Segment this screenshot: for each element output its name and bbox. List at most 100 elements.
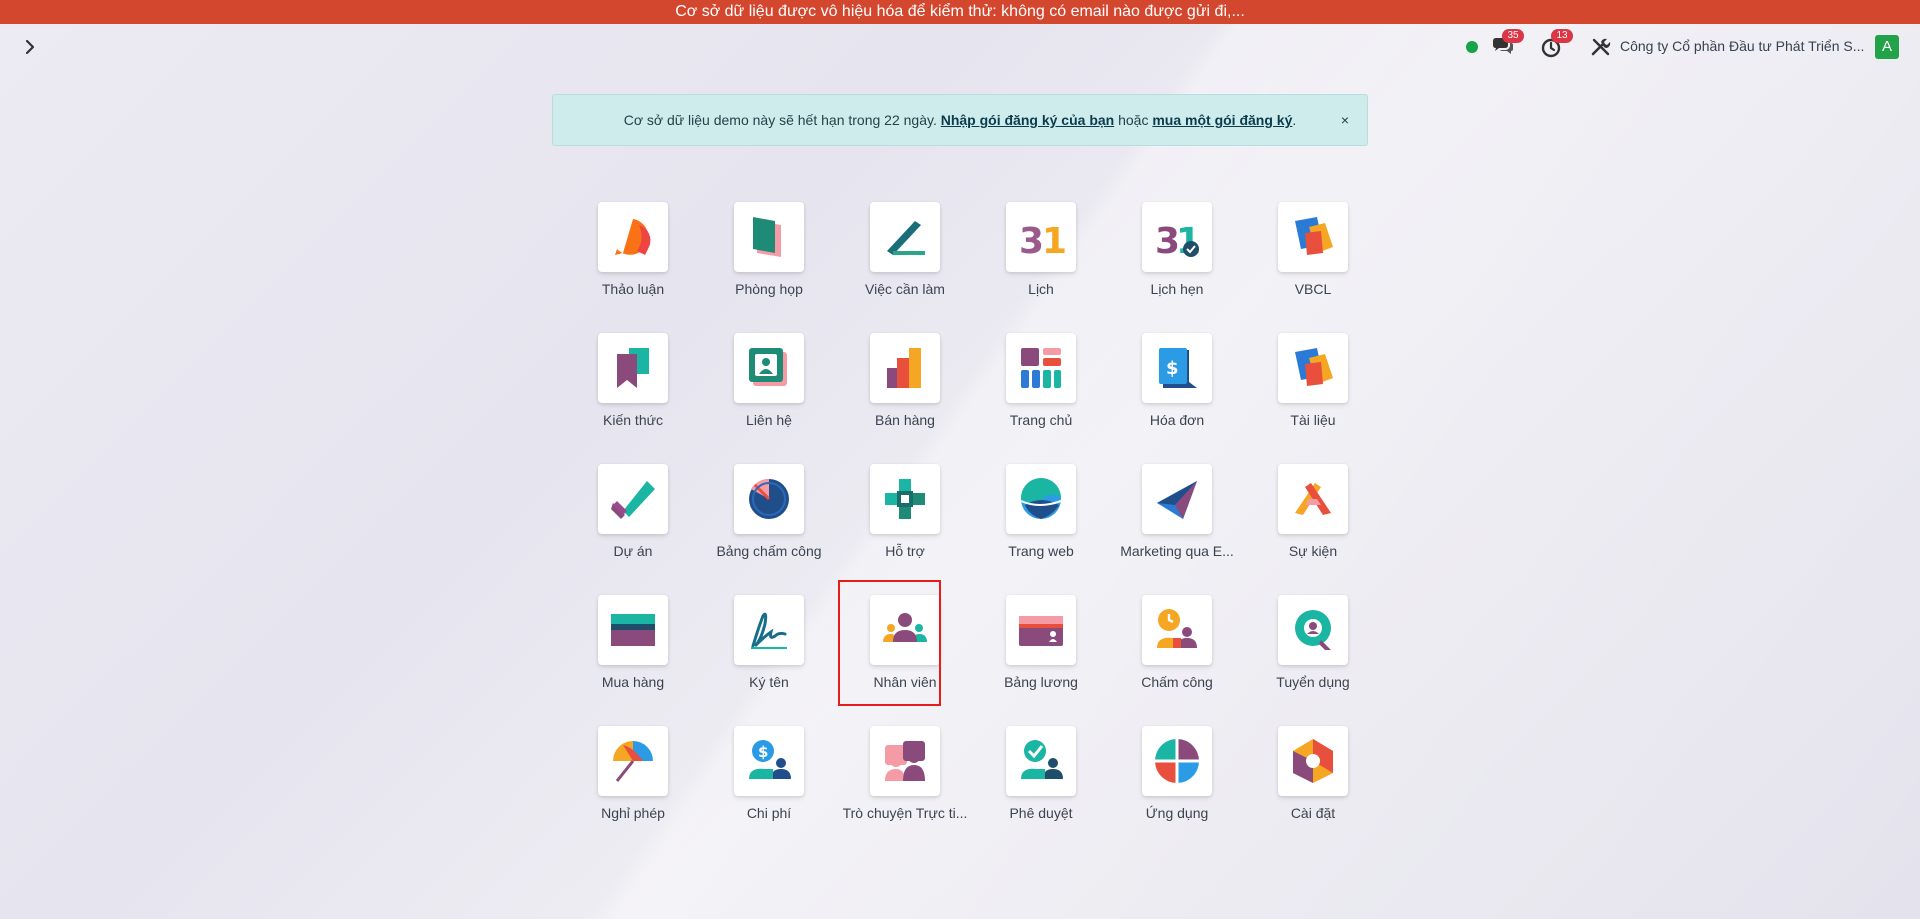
app-knowledge[interactable]: Kiến thức (565, 333, 701, 464)
app-label: Bán hàng (875, 412, 935, 428)
expenses-icon: $ (734, 726, 804, 796)
appointment-icon: 31 (1142, 202, 1212, 272)
app-email-marketing[interactable]: Marketing qua E... (1109, 464, 1245, 595)
app-apps[interactable]: Ứng dụng (1109, 726, 1245, 857)
app-grid: Thảo luận Phòng họp Việc cần làm 31 Lịch… (565, 202, 1381, 857)
app-vbcl[interactable]: VBCL (1245, 202, 1381, 333)
svg-text:3: 3 (1019, 221, 1044, 261)
app-label: Thảo luận (601, 281, 665, 297)
user-avatar[interactable]: A (1875, 35, 1899, 59)
app-label: Tài liệu (1290, 412, 1336, 428)
project-icon (598, 464, 668, 534)
activity-button[interactable]: 13 (1539, 29, 1573, 60)
app-label: Ứng dụng (1145, 805, 1209, 821)
buy-subscription-link[interactable]: mua một gói đăng ký (1152, 112, 1292, 128)
app-label: Dự án (613, 543, 653, 559)
email-marketing-icon (1142, 464, 1212, 534)
app-label: Trò chuyện Trực ti... (842, 805, 968, 821)
app-approvals[interactable]: Phê duyệt (973, 726, 1109, 857)
app-timesheet[interactable]: Bảng chấm công (701, 464, 837, 595)
app-label: Marketing qua E... (1120, 543, 1234, 559)
app-recruitment[interactable]: Tuyển dụng (1245, 595, 1381, 726)
app-label: Liên hệ (746, 412, 792, 428)
dashboard-icon (1006, 333, 1076, 403)
app-website[interactable]: Trang web (973, 464, 1109, 595)
app-sign[interactable]: Ký tên (701, 595, 837, 726)
app-label: Tuyển dụng (1276, 674, 1350, 690)
app-settings[interactable]: Cài đặt (1245, 726, 1381, 857)
svg-text:$: $ (1166, 358, 1179, 379)
time-off-icon (598, 726, 668, 796)
vbcl-icon (1278, 202, 1348, 272)
app-attendance[interactable]: Chấm công (1109, 595, 1245, 726)
app-contacts[interactable]: Liên hệ (701, 333, 837, 464)
svg-text:1: 1 (1042, 221, 1065, 261)
alert-conjunction: hoặc (1118, 112, 1149, 128)
app-helpdesk[interactable]: Hỗ trợ (837, 464, 973, 595)
recruitment-icon (1278, 595, 1348, 665)
attendance-icon (1142, 595, 1212, 665)
app-calendar[interactable]: 31 Lịch (973, 202, 1109, 333)
sales-icon (870, 333, 940, 403)
app-meeting-room[interactable]: Phòng họp (701, 202, 837, 333)
alert-period: . (1292, 112, 1297, 128)
app-label: Ký tên (749, 674, 789, 690)
chat-count-badge: 35 (1502, 29, 1524, 43)
app-employees[interactable]: Nhân viên (837, 595, 973, 726)
app-events[interactable]: Sự kiện (1245, 464, 1381, 595)
app-appointment[interactable]: 31 Lịch hẹn (1109, 202, 1245, 333)
app-purchase[interactable]: Mua hàng (565, 595, 701, 726)
app-label: Chấm công (1141, 674, 1213, 690)
app-label: Trang web (1008, 543, 1074, 559)
register-subscription-link[interactable]: Nhập gói đăng ký của bạn (941, 112, 1114, 128)
calendar-icon: 31 (1006, 202, 1076, 272)
app-todo[interactable]: Việc cần làm (837, 202, 973, 333)
helpdesk-icon (870, 464, 940, 534)
app-label: Bảng lương (1004, 674, 1078, 690)
apps-icon (1142, 726, 1212, 796)
documents-icon (1278, 333, 1348, 403)
app-label: Phòng họp (735, 281, 803, 297)
contacts-icon (734, 333, 804, 403)
app-live-chat[interactable]: Trò chuyện Trực ti... (837, 726, 973, 857)
app-label: Lịch (1028, 281, 1054, 297)
app-label: Chi phí (746, 805, 792, 821)
app-invoicing[interactable]: $ Hóa đơn (1109, 333, 1245, 464)
chevron-right-icon[interactable] (18, 35, 42, 59)
app-label: Sự kiện (1288, 543, 1338, 559)
app-label: Nhân viên (873, 674, 937, 690)
activity-count-badge: 13 (1551, 29, 1573, 43)
app-label: Trang chủ (1009, 412, 1073, 428)
app-payroll[interactable]: Bảng lương (973, 595, 1109, 726)
website-icon (1006, 464, 1076, 534)
app-label: Mua hàng (601, 674, 665, 690)
top-navbar: 35 13 Công ty Cổ phần Đầu tư Phát Triển … (0, 24, 1920, 70)
events-icon (1278, 464, 1348, 534)
timesheet-icon (734, 464, 804, 534)
todo-icon (870, 202, 940, 272)
presence-status-dot (1466, 41, 1478, 53)
app-label: Lịch hẹn (1150, 281, 1204, 297)
app-label: VBCL (1294, 281, 1332, 297)
app-discuss[interactable]: Thảo luận (565, 202, 701, 333)
employees-icon (870, 595, 940, 665)
discuss-icon (598, 202, 668, 272)
company-switcher[interactable]: Công ty Cổ phần Đầu tư Phát Triển S... (1620, 38, 1864, 54)
app-sales[interactable]: Bán hàng (837, 333, 973, 464)
alert-text: Cơ sở dữ liệu demo này sẽ hết hạn trong … (623, 112, 937, 128)
app-label: Phê duyệt (1009, 805, 1073, 821)
purchase-icon (598, 595, 668, 665)
close-icon[interactable]: × (1341, 95, 1349, 145)
app-label: Hóa đơn (1149, 412, 1205, 428)
svg-text:$: $ (758, 743, 768, 761)
app-label: Cài đặt (1290, 805, 1336, 821)
app-dashboard[interactable]: Trang chủ (973, 333, 1109, 464)
tools-icon (1591, 38, 1611, 56)
app-documents[interactable]: Tài liệu (1245, 333, 1381, 464)
debug-tools-button[interactable] (1588, 34, 1614, 60)
app-time-off[interactable]: Nghỉ phép (565, 726, 701, 857)
app-label: Bảng chấm công (716, 543, 822, 559)
app-expenses[interactable]: $ Chi phí (701, 726, 837, 857)
app-project[interactable]: Dự án (565, 464, 701, 595)
messaging-button[interactable]: 35 (1490, 29, 1524, 60)
